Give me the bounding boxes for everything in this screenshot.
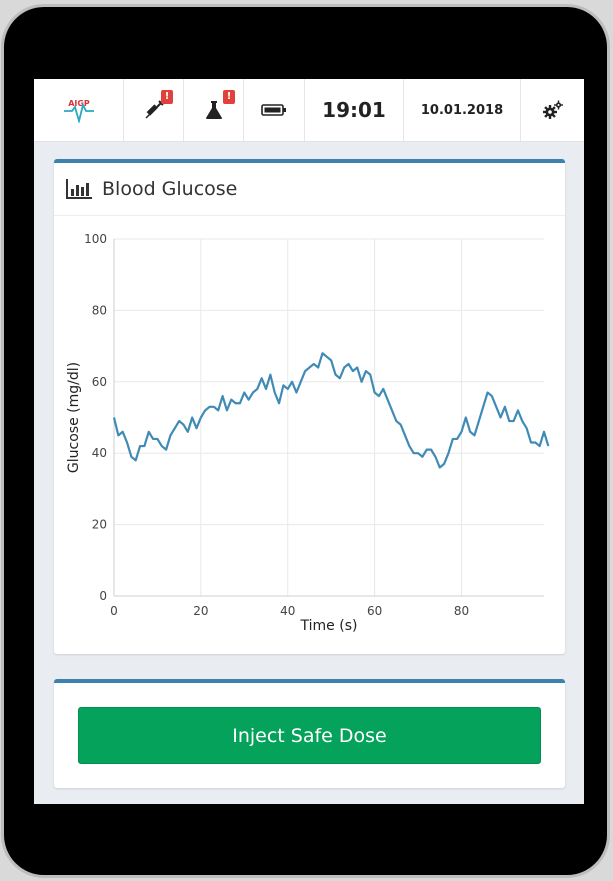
- glucose-panel: Blood Glucose 0 20 40 60 80 100 0 20 40 60 80 Time …: [54, 159, 565, 654]
- status-bar: AIGP ! ! 19:01 10.01.2018: [34, 79, 584, 142]
- gears-icon: [542, 100, 563, 119]
- x-tick-label: 60: [367, 604, 382, 618]
- logo-text: AIGP: [68, 99, 90, 108]
- inject-safe-dose-button[interactable]: Inject Safe Dose: [78, 707, 541, 764]
- clock-cell: 19:01: [305, 79, 404, 141]
- lab-alert-badge: !: [223, 90, 235, 104]
- glucose-panel-header: Blood Glucose: [54, 163, 565, 216]
- syringe-alert-badge: !: [161, 90, 173, 104]
- x-axis-label: Time (s): [300, 618, 358, 634]
- syringe-status[interactable]: !: [124, 79, 184, 141]
- settings-button[interactable]: [521, 79, 584, 141]
- tablet-frame: AIGP ! ! 19:01 10.01.2018 Blood Glucose …: [4, 7, 607, 875]
- current-date: 10.01.2018: [420, 102, 504, 118]
- bar-chart-icon: [66, 179, 92, 199]
- battery-icon: [261, 104, 286, 116]
- glucose-chart: 0 20 40 60 80 100 0 20 40 60 80 Time (s) Glucose (mg…: [66, 232, 550, 634]
- date-cell: 10.01.2018: [404, 79, 521, 141]
- y-tick-label: 80: [92, 303, 107, 317]
- y-tick-label: 100: [84, 232, 107, 246]
- x-tick-label: 0: [110, 604, 118, 618]
- y-axis-label: Glucose (mg/dl): [66, 362, 82, 473]
- y-tick-label: 0: [99, 589, 107, 603]
- x-tick-label: 20: [193, 604, 208, 618]
- y-tick-label: 60: [92, 375, 107, 389]
- app-screen: AIGP ! ! 19:01 10.01.2018 Blood Glucose …: [34, 79, 584, 804]
- battery-status: [244, 79, 305, 141]
- aigp-logo-icon: AIGP: [63, 99, 94, 123]
- y-tick-label: 20: [92, 518, 107, 532]
- x-tick-label: 40: [280, 604, 295, 618]
- clock-time: 19:01: [322, 98, 386, 122]
- panel-title: Blood Glucose: [102, 178, 238, 200]
- x-tick-label: 80: [454, 604, 469, 618]
- aigp-logo[interactable]: AIGP: [34, 79, 124, 141]
- y-tick-label: 40: [92, 446, 107, 460]
- lab-status[interactable]: !: [184, 79, 244, 141]
- flask-icon: [205, 101, 222, 119]
- action-panel: Inject Safe Dose: [54, 679, 565, 788]
- glucose-series-line: [112, 352, 550, 469]
